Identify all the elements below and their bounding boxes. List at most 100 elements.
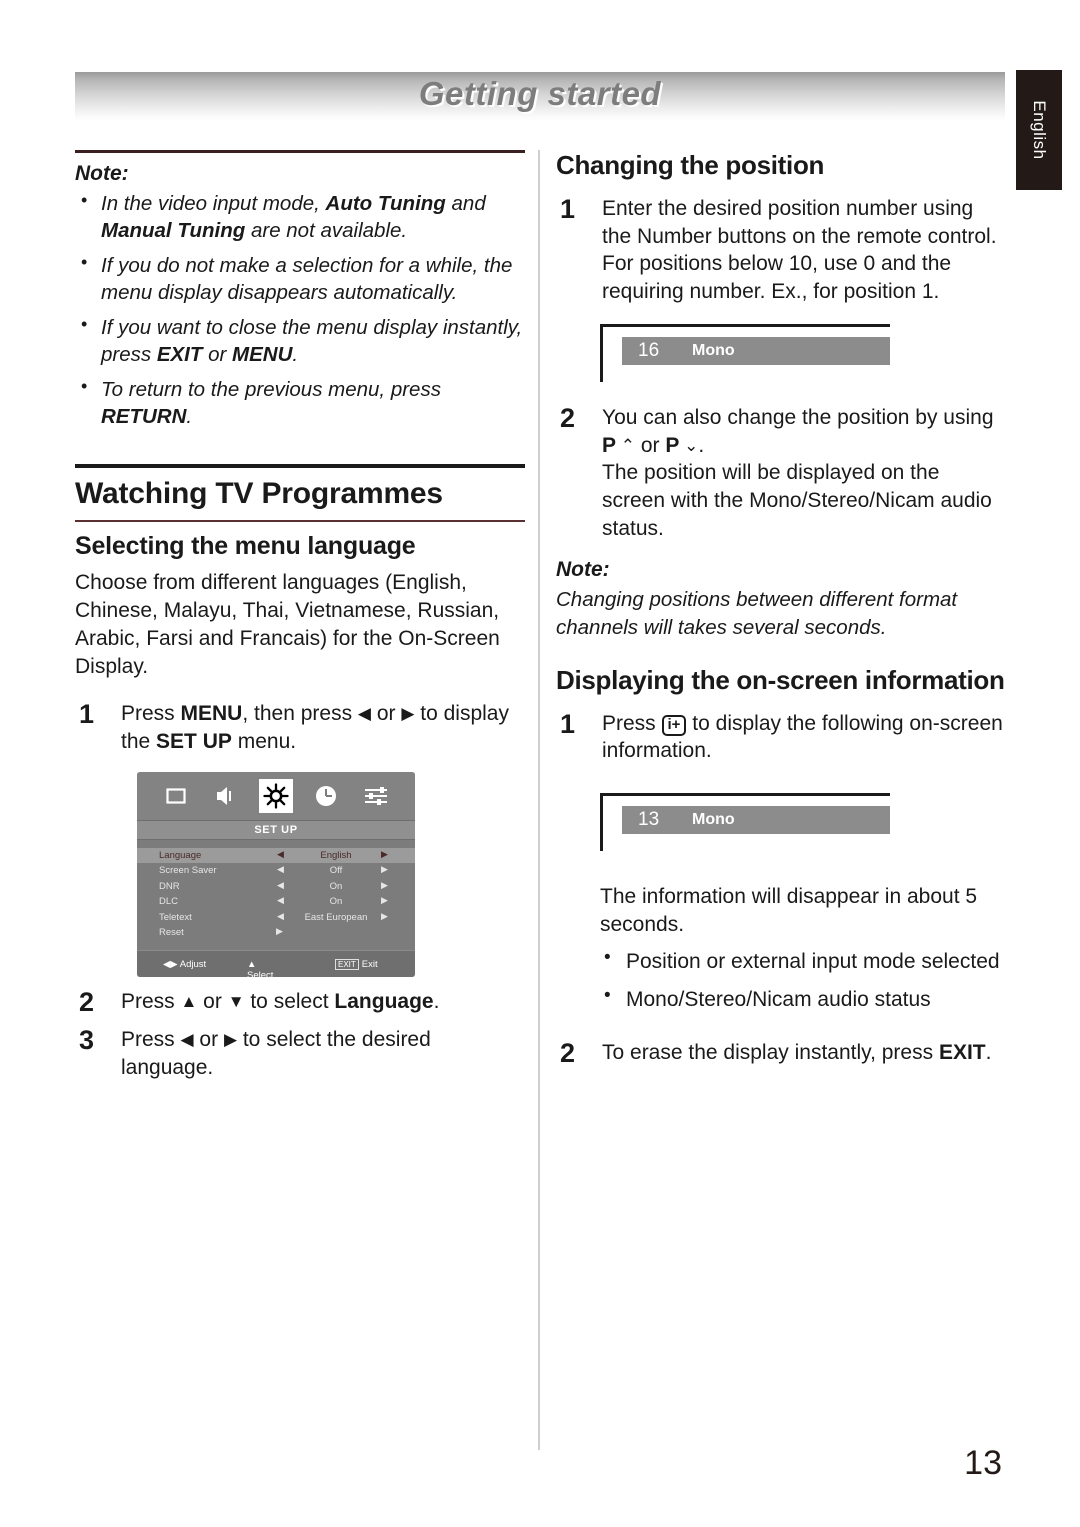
list-item: Position or external input mode selected [600, 946, 1006, 975]
tv-menu-enter-arrow-icon[interactable]: ▶ [276, 926, 283, 937]
step-text: Press ▲ or ▼ to select Language. [121, 989, 440, 1013]
tv-menu-row-value: On [329, 880, 343, 892]
tv-menu-exit-hint: EXIT Exit [335, 958, 378, 970]
tv-setup-menu-figure: SET UP Language ◀ English ▶ Screen Saver ◀ Off… [137, 771, 415, 977]
note-top-rule [75, 150, 525, 153]
tv-menu-row-label: Teletext [159, 911, 192, 923]
note-list-item: If you do not make a selection for a whi… [75, 251, 525, 306]
osd-channel-banner-figure-16: 16 Mono [600, 323, 930, 382]
tv-menu-right-arrow-icon[interactable]: ▶ [381, 911, 388, 922]
column-divider [538, 150, 540, 1450]
step-3: 3 Press ◀ or ▶ to select the desired lang… [75, 1025, 525, 1081]
step-text: You can also change the position by usin… [602, 405, 994, 540]
tv-menu-row[interactable]: Screen Saver ◀ Off ▶ [137, 863, 415, 879]
step-text-before: Press [602, 711, 662, 735]
tv-menu-row-list: Language ◀ English ▶ Screen Saver ◀ Off ▶ DNR ◀ On… [137, 840, 415, 941]
position-note-label: Note: [556, 558, 610, 582]
tv-menu-right-arrow-icon[interactable]: ▶ [381, 849, 388, 860]
changing-position-step-1: 1 Enter the desired position number usin… [556, 194, 1006, 306]
step-text: Press MENU, then press ◀ or ▶ to display… [121, 702, 509, 753]
page-header-banner: Getting started [75, 72, 1005, 122]
osd-channel-banner-figure-13: 13 Mono [600, 793, 930, 851]
step-text: To erase the display instantly, press EX… [602, 1041, 992, 1065]
page-title: Getting started [418, 75, 662, 112]
note-list-item: In the video input mode, Auto Tuning and… [75, 189, 525, 244]
tv-menu-left-arrow-icon[interactable]: ◀ [277, 911, 284, 922]
osd-bar: 13 Mono [622, 806, 890, 834]
on-screen-info-heading: Displaying the on-screen information [556, 664, 1005, 695]
step-text: Enter the desired position number using … [602, 197, 997, 304]
tv-menu-row-label: Language [159, 849, 202, 861]
step-number: 2 [560, 402, 576, 433]
figure-frame-left [600, 793, 603, 851]
figure-frame-left [600, 323, 603, 382]
tv-menu-left-arrow-icon[interactable]: ◀ [277, 880, 284, 891]
changing-position-heading: Changing the position [556, 150, 825, 180]
figure-frame-top [600, 323, 890, 327]
picture-icon[interactable] [159, 779, 193, 813]
tv-menu-row[interactable]: DNR ◀ On ▶ [137, 879, 415, 895]
on-screen-info-bullet-list: Position or external input mode selected… [556, 946, 1006, 1013]
osd-position-number: 16 [638, 339, 660, 361]
step-1: 1 Press MENU, then press ◀ or ▶ to displa… [75, 699, 525, 755]
tv-menu-row-label: Screen Saver [159, 865, 217, 877]
tv-menu-row-value: English [320, 849, 352, 861]
tv-menu-row-value: Off [329, 865, 343, 877]
tv-menu-row-label: DNR [159, 880, 180, 892]
tv-menu-icon-bar [137, 771, 415, 820]
tv-menu-adjust-hint: ◀▶ Adjust [163, 958, 207, 970]
osd-audio-status: Mono [692, 341, 735, 359]
step-2: 2 Press ▲ or ▼ to select Language. [75, 987, 525, 1017]
step-number: 2 [560, 1038, 576, 1069]
disappear-notice-text: The information will disappear in about … [600, 885, 978, 936]
osd-audio-status: Mono [692, 811, 735, 828]
step-number: 1 [79, 699, 95, 730]
tv-menu-setup-label: SET UP [137, 819, 415, 840]
tv-menu-right-arrow-icon[interactable]: ▶ [381, 880, 388, 891]
step-number: 1 [560, 708, 576, 739]
tv-menu-row[interactable]: DLC ◀ On ▶ [137, 894, 415, 910]
on-screen-info-step-1: 1 Press i+ to display the following on-s… [556, 708, 1006, 765]
setup-gear-icon[interactable] [259, 778, 293, 813]
info-button-icon: i+ [661, 714, 687, 737]
tv-menu-footer: ◀▶ Adjust ▲ Select EXIT Exit [137, 949, 415, 977]
language-side-tab-label: English [1030, 100, 1049, 160]
left-column: Note: In the video input mode, Auto Tuni… [75, 150, 525, 1082]
step-text: Press ◀ or ▶ to select the desired langu… [121, 1028, 431, 1080]
section-top-rule [75, 464, 525, 469]
tv-menu-right-arrow-icon[interactable]: ▶ [381, 864, 388, 875]
tv-menu-left-arrow-icon[interactable]: ◀ [277, 849, 284, 860]
feature-sliders-icon[interactable] [359, 779, 393, 813]
osd-bar: 16 Mono [622, 336, 890, 365]
section-heading: Watching TV Programmes [75, 477, 443, 511]
right-column: Changing the position 1 Enter the desire… [556, 150, 1006, 1068]
tv-menu-row[interactable]: Language ◀ English ▶ [137, 847, 415, 864]
note-list-item: If you want to close the menu display in… [75, 313, 525, 368]
tv-menu-row[interactable]: Reset ▶ [137, 925, 415, 941]
tv-menu-row-value: East European [304, 911, 368, 923]
note-label: Note: [75, 162, 129, 185]
tv-menu-row[interactable]: Teletext ◀ East European ▶ [137, 910, 415, 926]
sound-icon[interactable] [209, 779, 243, 813]
timer-clock-icon[interactable] [309, 779, 343, 813]
step-number: 2 [79, 986, 95, 1017]
position-note-text: Changing positions between different for… [556, 588, 958, 639]
tv-menu-select-hint: ▲ Select [247, 958, 274, 977]
note-list: In the video input mode, Auto Tuning and… [75, 189, 525, 430]
step-number: 3 [79, 1025, 95, 1056]
changing-position-step-2: 2 You can also change the position by usi… [556, 402, 1006, 543]
tv-menu-left-arrow-icon[interactable]: ◀ [277, 895, 284, 906]
subsection-heading: Selecting the menu language [75, 532, 416, 561]
figure-frame-top [600, 793, 890, 796]
osd-position-number: 13 [638, 809, 660, 830]
tv-menu-row-value: On [329, 896, 343, 908]
tv-menu-row-label: DLC [159, 896, 179, 908]
tv-menu-row-label: Reset [159, 927, 184, 939]
language-side-tab: English [1016, 70, 1062, 190]
section-bottom-rule [75, 520, 525, 523]
tv-menu-right-arrow-icon[interactable]: ▶ [381, 895, 388, 906]
subsection-intro-text: Choose from different languages (English… [75, 571, 500, 678]
note-list-item: To return to the previous menu, press RE… [75, 375, 525, 430]
page-number: 13 [964, 1444, 1002, 1482]
tv-menu-left-arrow-icon[interactable]: ◀ [277, 864, 284, 875]
